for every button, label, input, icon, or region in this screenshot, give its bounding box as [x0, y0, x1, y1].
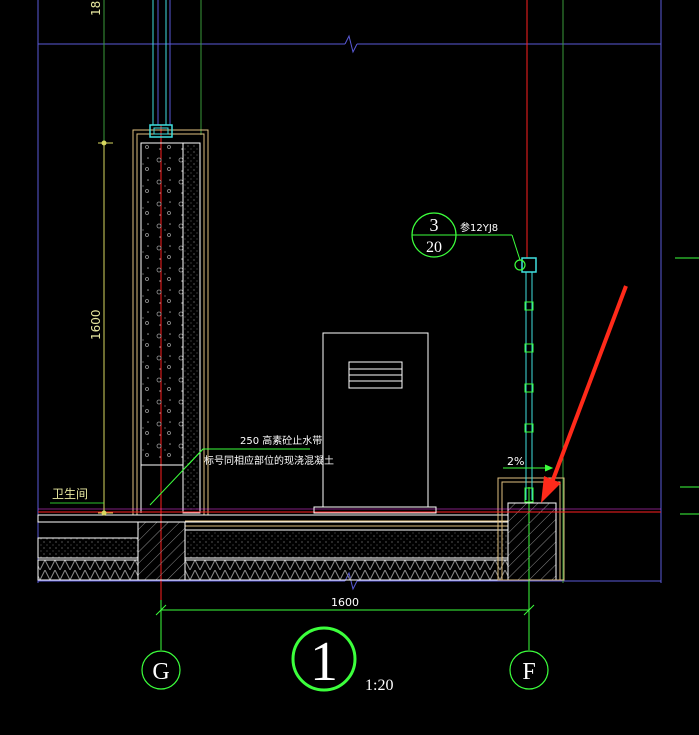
edge-marks: [675, 257, 699, 515]
axis-label-left: G: [152, 659, 169, 685]
cad-detail-drawing: 18 1600 卫生间 250 高素砼止水带 标号同相应部位的现浇混凝土 2% …: [37, 0, 699, 694]
fixture: [313, 332, 437, 514]
detail-reference-number: 3: [430, 215, 439, 235]
waterproof-spec-note: 标号同相应部位的现浇混凝土: [204, 454, 334, 467]
detail-reference-standard: 参12YJ8: [460, 221, 498, 234]
vertical-dimension-text: 1600: [89, 309, 103, 340]
bottom-dimension-text: 1600: [331, 596, 359, 609]
slope-label: 2%: [507, 455, 524, 468]
left-wall: [132, 124, 209, 516]
axis-label-right: F: [522, 659, 535, 685]
floor-slab: [37, 477, 661, 581]
red-annotation-arrow: [541, 285, 628, 503]
waterproof-band-note: 250 高素砼止水带: [240, 434, 322, 447]
detail-number: 1: [310, 631, 338, 693]
room-label: 卫生间: [52, 487, 88, 501]
top-cut-dimension: 18: [89, 1, 103, 16]
detail-reference-sheet: 20: [426, 239, 442, 256]
detail-scale: 1:20: [365, 677, 393, 694]
frame-lines: [37, 0, 662, 591]
